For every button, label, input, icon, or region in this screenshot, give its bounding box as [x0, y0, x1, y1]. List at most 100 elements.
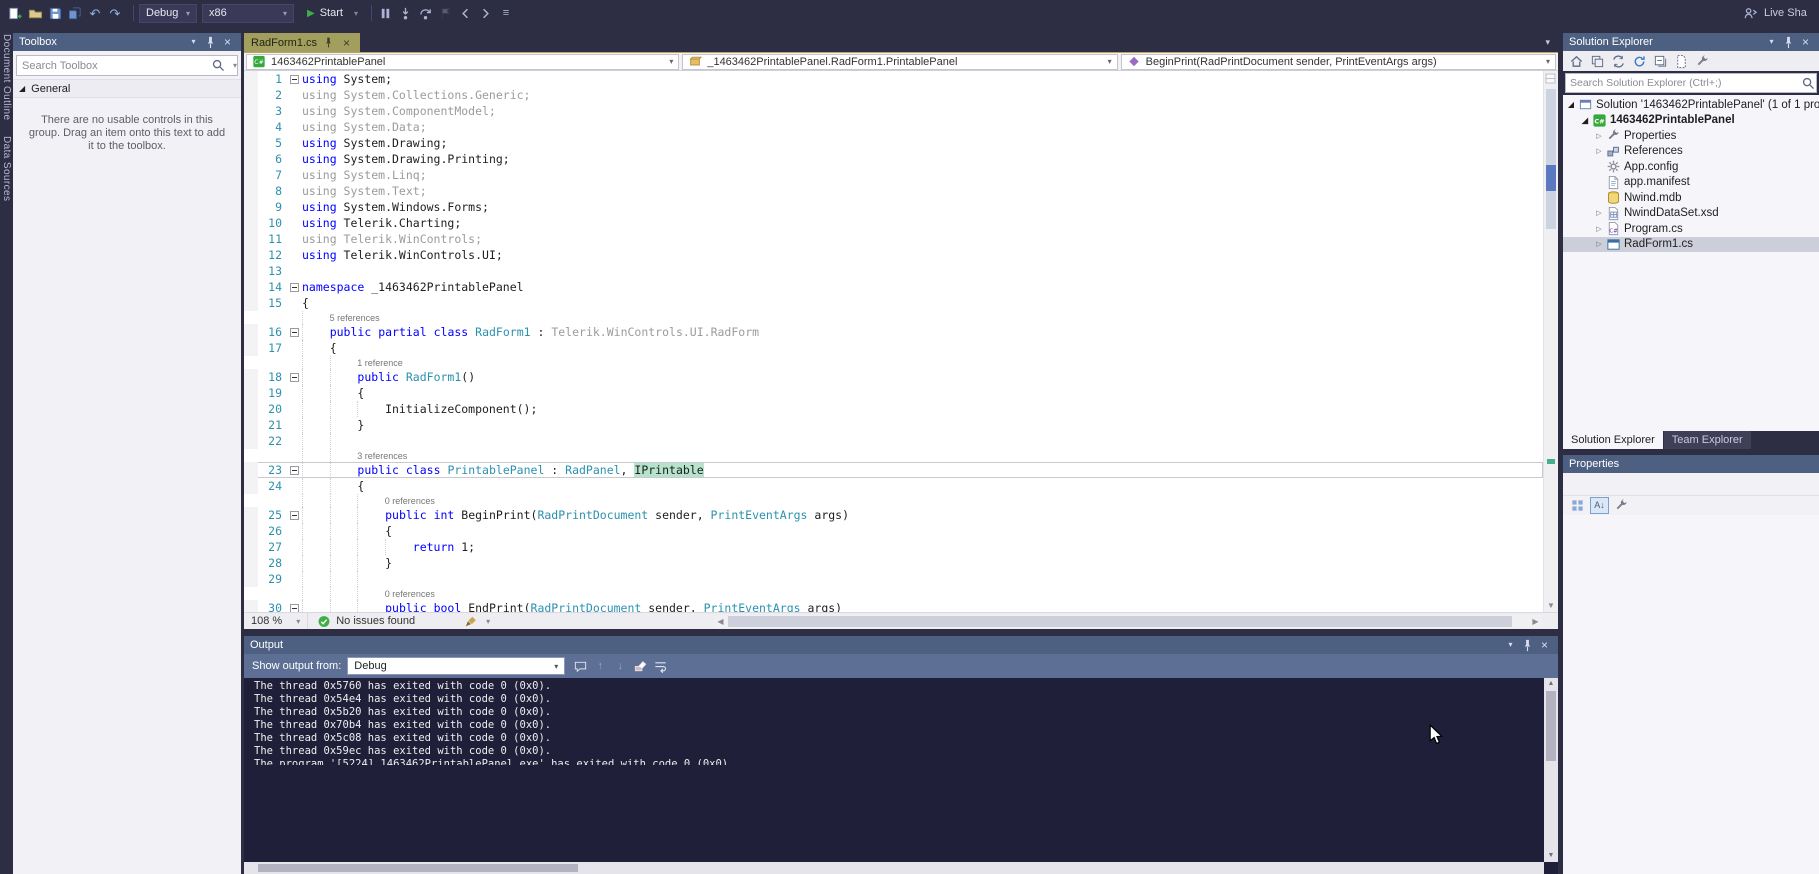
output-source-combo[interactable]: Debug ▾: [347, 657, 566, 675]
tab-data-sources[interactable]: Data Sources: [1, 136, 12, 201]
scroll-up-arrow[interactable]: ▲: [1544, 678, 1558, 690]
breakpoint-margin[interactable]: [244, 369, 258, 385]
tree-item[interactable]: ▷ Properties: [1563, 128, 1819, 144]
document-tab-radform1[interactable]: RadForm1.cs ×: [244, 33, 361, 52]
search-icon[interactable]: [211, 57, 227, 75]
expander-icon[interactable]: ▷: [1593, 132, 1605, 140]
breakpoint-margin[interactable]: [244, 263, 258, 279]
open-file-icon[interactable]: [26, 4, 44, 22]
live-share-button[interactable]: Live Sha: [1741, 4, 1813, 22]
redo-icon[interactable]: ↷: [106, 4, 124, 22]
breakpoint-margin[interactable]: [244, 385, 258, 401]
code-text[interactable]: public RadForm1(): [302, 370, 475, 384]
code-text[interactable]: {: [302, 479, 364, 493]
breakpoint-margin[interactable]: [244, 279, 258, 295]
breakpoint-margin[interactable]: [244, 523, 258, 539]
code-text[interactable]: return 1;: [302, 540, 475, 554]
outlining-margin[interactable]: [286, 603, 302, 612]
breakpoint-margin[interactable]: [244, 71, 258, 87]
code-text[interactable]: using System;: [302, 72, 392, 86]
collapse-all-icon[interactable]: [1651, 53, 1670, 70]
refresh-icon[interactable]: [1630, 53, 1649, 70]
collapse-region-icon[interactable]: [289, 465, 299, 475]
breakpoint-margin[interactable]: [244, 199, 258, 215]
switch-views-icon[interactable]: [1588, 53, 1607, 70]
expander-icon[interactable]: ▷: [1593, 225, 1605, 233]
code-text[interactable]: using System.Windows.Forms;: [302, 200, 489, 214]
breakpoint-margin[interactable]: [244, 417, 258, 433]
breakpoint-margin[interactable]: [244, 119, 258, 135]
code-text[interactable]: InitializeComponent();: [302, 402, 537, 416]
outlining-margin[interactable]: [286, 282, 302, 292]
breakpoint-margin[interactable]: [244, 103, 258, 119]
new-project-icon[interactable]: [6, 4, 24, 22]
code-text[interactable]: }: [302, 418, 364, 432]
tree-item[interactable]: ▷ RadForm1.cs: [1563, 236, 1819, 252]
pin-icon[interactable]: [203, 35, 218, 50]
expander-icon[interactable]: ◢: [1579, 116, 1591, 125]
tree-item[interactable]: app.manifest: [1563, 175, 1819, 191]
toolbar-overflow-icon[interactable]: ≡: [497, 4, 515, 22]
search-options-chevron[interactable]: ▾: [233, 61, 237, 70]
debug-configuration-combo[interactable]: Debug ▾: [139, 3, 197, 23]
pin-tab-icon[interactable]: [322, 36, 335, 49]
code-text[interactable]: using System.Collections.Generic;: [302, 88, 530, 102]
breakpoint-margin[interactable]: [244, 183, 258, 199]
code-text[interactable]: {: [302, 296, 309, 310]
breakpoint-margin[interactable]: [244, 247, 258, 263]
window-position-icon[interactable]: ▾: [1503, 638, 1518, 653]
outlining-margin[interactable]: [286, 465, 302, 475]
expander-icon[interactable]: ▷: [1593, 147, 1605, 155]
code-text[interactable]: using System.Drawing.Printing;: [302, 152, 510, 166]
solution-platform-combo[interactable]: x86 ▾: [202, 3, 294, 23]
window-position-icon[interactable]: ▾: [1764, 35, 1779, 50]
code-text[interactable]: using System.ComponentModel;: [302, 104, 496, 118]
code-text[interactable]: using System.Text;: [302, 184, 427, 198]
tab-document-outline[interactable]: Document Outline: [1, 34, 12, 120]
breakpoint-margin[interactable]: [244, 231, 258, 247]
tree-item[interactable]: App.config: [1563, 159, 1819, 175]
tab-solution-explorer[interactable]: Solution Explorer: [1563, 431, 1663, 449]
breakpoint-margin[interactable]: [244, 135, 258, 151]
alphabetical-icon[interactable]: A↓: [1590, 497, 1609, 514]
start-debugging-button[interactable]: ▶ Start ▾: [299, 3, 366, 23]
output-vertical-scrollbar[interactable]: ▲ ▼: [1544, 678, 1558, 862]
output-horizontal-scrollbar[interactable]: [244, 862, 1544, 874]
close-tab-icon[interactable]: ×: [340, 36, 353, 49]
tree-item[interactable]: ▷ C# Program.cs: [1563, 221, 1819, 237]
hscrollbar-thumb[interactable]: [728, 616, 1512, 627]
previous-message-icon[interactable]: ↑: [591, 657, 609, 675]
tree-item[interactable]: ▷ References: [1563, 144, 1819, 160]
messages-icon[interactable]: [571, 657, 589, 675]
outlining-margin[interactable]: [286, 510, 302, 520]
solution-explorer-search-input[interactable]: [1566, 77, 1800, 89]
code-text[interactable]: {: [302, 386, 364, 400]
codelens-references-link[interactable]: 0 references: [385, 496, 435, 506]
code-text[interactable]: public int BeginPrint(RadPrintDocument s…: [302, 508, 849, 522]
breakpoint-margin[interactable]: [244, 478, 258, 494]
close-icon[interactable]: ×: [220, 35, 235, 50]
breakpoint-margin[interactable]: [244, 87, 258, 103]
tree-item[interactable]: Nwind.mdb: [1563, 190, 1819, 206]
search-icon[interactable]: [1800, 74, 1816, 92]
breakpoint-margin[interactable]: [244, 507, 258, 523]
scroll-left-arrow[interactable]: ◀: [714, 615, 727, 628]
nav-member-combo[interactable]: BeginPrint(RadPrintDocument sender, Prin…: [1120, 53, 1556, 70]
scrollbar-thumb[interactable]: [1546, 89, 1556, 229]
toolbox-search-input[interactable]: [17, 59, 211, 72]
output-console[interactable]: The thread 0x5760 has exited with code 0…: [244, 678, 1558, 874]
breakpoint-margin[interactable]: [244, 433, 258, 449]
sync-with-active-document-icon[interactable]: [1609, 53, 1628, 70]
collapse-region-icon[interactable]: [289, 603, 299, 612]
breakpoint-margin[interactable]: [244, 295, 258, 311]
properties-icon[interactable]: [1693, 53, 1712, 70]
collapse-region-icon[interactable]: [289, 510, 299, 520]
property-pages-icon[interactable]: [1612, 497, 1631, 514]
scroll-down-arrow[interactable]: ▼: [1544, 850, 1558, 862]
code-editor[interactable]: 1 using System; 2 using System.Collections.…: [244, 71, 1558, 612]
code-text[interactable]: using System.Drawing;: [302, 136, 447, 150]
breakpoint-margin[interactable]: [244, 340, 258, 356]
tab-list-chevron[interactable]: ▾: [1545, 37, 1550, 48]
codelens-references-link[interactable]: 5 references: [330, 313, 380, 323]
expander-icon[interactable]: ◢: [1565, 100, 1577, 109]
